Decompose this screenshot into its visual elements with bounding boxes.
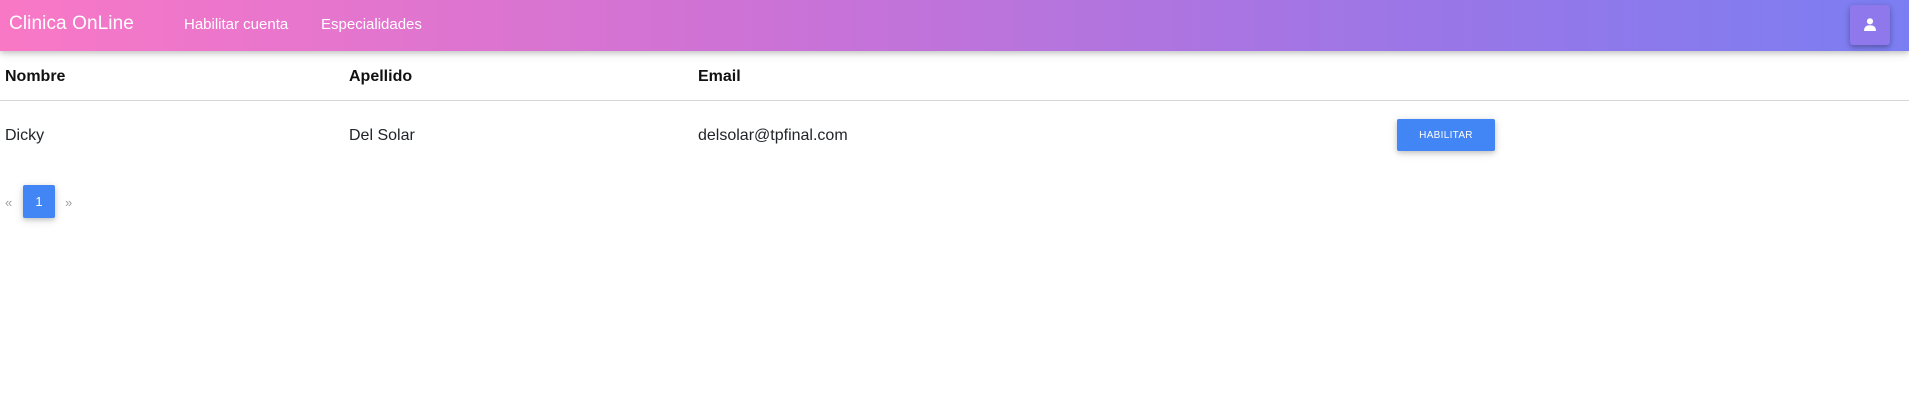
- cell-nombre: Dicky: [5, 127, 45, 144]
- column-header-apellido: Apellido: [349, 68, 413, 85]
- table-row: Dicky Del Solar delsolar@tpfinal.com HAB…: [0, 102, 1909, 170]
- table-header-row: Nombre Apellido Email: [0, 51, 1909, 101]
- pagination-page-1[interactable]: 1: [23, 185, 55, 218]
- nav-link-especialidades[interactable]: Especialidades: [321, 16, 422, 33]
- column-header-nombre: Nombre: [5, 68, 66, 85]
- brand-logo-text[interactable]: Clinica OnLine: [9, 13, 134, 35]
- top-navbar: Clinica OnLine Habilitar cuenta Especial…: [0, 0, 1909, 51]
- pagination-prev[interactable]: «: [5, 195, 12, 210]
- pagination-next[interactable]: »: [65, 195, 72, 210]
- nav-link-habilitar-cuenta[interactable]: Habilitar cuenta: [184, 16, 288, 33]
- column-header-email: Email: [698, 68, 741, 85]
- user-icon: [1864, 18, 1876, 31]
- cell-email: delsolar@tpfinal.com: [698, 127, 848, 144]
- habilitar-button[interactable]: HABILITAR: [1397, 119, 1495, 151]
- user-menu-button[interactable]: [1850, 5, 1890, 45]
- cell-apellido: Del Solar: [349, 127, 415, 144]
